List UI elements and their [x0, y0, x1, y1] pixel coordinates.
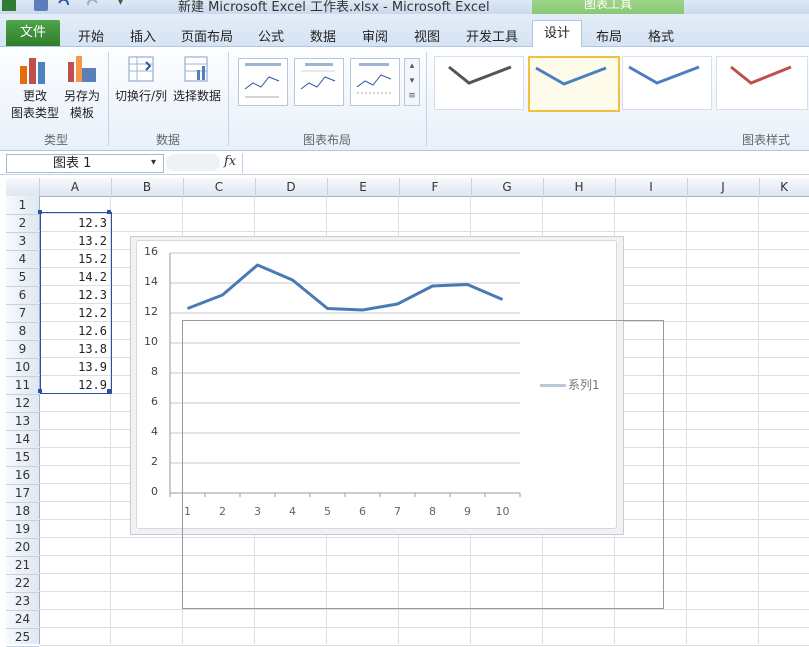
y-tick-label: 10 — [144, 335, 158, 348]
y-tick-label: 16 — [144, 245, 158, 258]
chart-drag-outline — [182, 320, 664, 609]
y-tick-label: 0 — [151, 485, 158, 498]
y-tick-label: 6 — [151, 395, 158, 408]
y-tick-label: 4 — [151, 425, 158, 438]
y-tick-label: 2 — [151, 455, 158, 468]
grid-line — [39, 645, 809, 646]
y-tick-label: 12 — [144, 305, 158, 318]
y-tick-label: 8 — [151, 365, 158, 378]
y-tick-label: 14 — [144, 275, 158, 288]
series-line-1[interactable] — [186, 263, 504, 312]
